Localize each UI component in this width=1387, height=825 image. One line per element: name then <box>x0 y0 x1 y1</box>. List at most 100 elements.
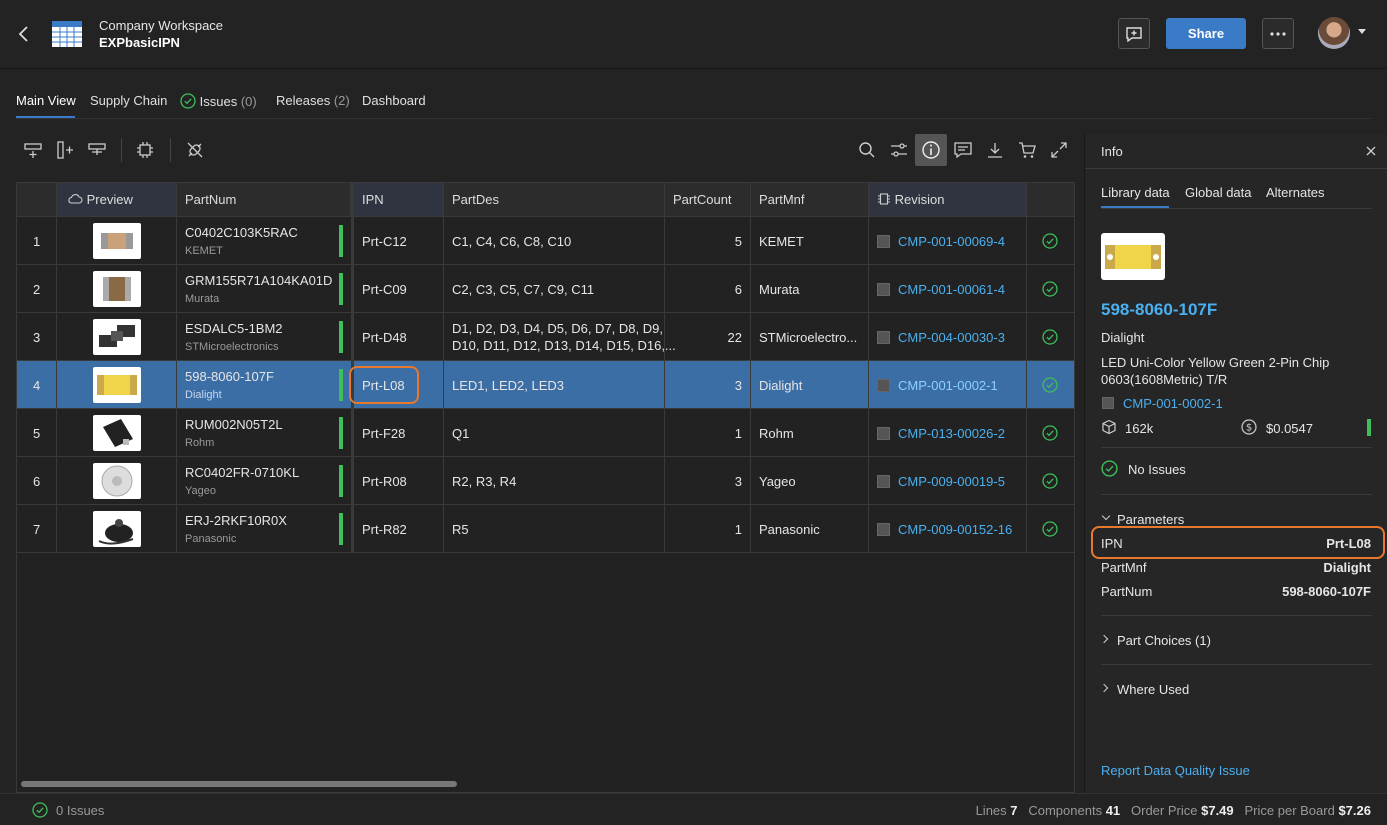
table-row[interactable]: 4 598-8060-107F Dialight Prt-L08 LED1, L… <box>17 360 1074 409</box>
tab-issues[interactable]: Issues (0) <box>180 93 257 109</box>
part-thumbnail[interactable] <box>93 415 141 451</box>
comment-button[interactable] <box>1118 18 1150 49</box>
partdes-cell[interactable]: R2, R3, R4 <box>444 457 665 505</box>
chevron-down-icon[interactable] <box>1358 29 1366 34</box>
partnum-cell[interactable]: RC0402FR-0710KL Yageo <box>177 457 351 505</box>
partcount-cell[interactable]: 3 <box>665 361 751 409</box>
partcount-cell[interactable]: 5 <box>665 217 751 265</box>
insert-row-below-icon[interactable] <box>87 140 107 160</box>
unlink-icon[interactable] <box>185 140 205 160</box>
partmnf-cell[interactable]: Rohm <box>751 409 869 457</box>
partdes-cell[interactable]: C2, C3, C5, C7, C9, C11 <box>444 265 665 313</box>
table-row[interactable]: 7 ERJ-2RKF10R0X Panasonic Prt-R82 R5 1 P… <box>17 504 1074 553</box>
partnum-cell[interactable]: RUM002N05T2L Rohm <box>177 409 351 457</box>
ipn-cell[interactable]: Prt-C12 <box>354 217 444 265</box>
where-used-section[interactable]: Where Used <box>1117 682 1189 697</box>
back-icon[interactable] <box>16 24 32 44</box>
cart-icon[interactable] <box>1017 140 1037 160</box>
footer-issues[interactable]: 0 Issues <box>56 803 104 818</box>
share-button[interactable]: Share <box>1166 18 1246 49</box>
partdes-cell[interactable]: LED1, LED2, LED3 <box>444 361 665 409</box>
partdes-cell[interactable]: Q1 <box>444 409 665 457</box>
tab-dashboard[interactable]: Dashboard <box>362 93 426 108</box>
ipn-cell[interactable]: Prt-C09 <box>354 265 444 313</box>
revision-link[interactable]: CMP-009-00152-16 <box>898 522 1012 537</box>
more-button[interactable] <box>1262 18 1294 49</box>
table-row[interactable]: 6 RC0402FR-0710KL Yageo Prt-R08 R2, R3, … <box>17 456 1074 505</box>
revision-link[interactable]: CMP-004-00030-3 <box>898 330 1005 345</box>
part-thumbnail[interactable] <box>93 319 141 355</box>
revision-link[interactable]: CMP-001-00061-4 <box>898 282 1005 297</box>
ipn-cell[interactable]: Prt-R08 <box>354 457 444 505</box>
header-ipn[interactable]: IPN <box>354 183 444 216</box>
partcount-cell[interactable]: 3 <box>665 457 751 505</box>
info-panel-button[interactable] <box>915 134 947 166</box>
parameters-section[interactable]: Parameters <box>1117 512 1184 527</box>
partnum-cell[interactable]: 598-8060-107F Dialight <box>177 361 351 409</box>
table-row[interactable]: 1 C0402C103K5RAC KEMET Prt-C12 C1, C4, C… <box>17 216 1074 265</box>
chevron-right-icon[interactable] <box>1099 683 1109 693</box>
header-partcount[interactable]: PartCount <box>665 183 751 216</box>
partdes-cell[interactable]: R5 <box>444 505 665 553</box>
ipn-cell[interactable]: Prt-R82 <box>354 505 444 553</box>
partcount-cell[interactable]: 22 <box>665 313 751 361</box>
horizontal-scrollbar[interactable] <box>21 781 457 787</box>
ipn-cell[interactable]: Prt-D48 <box>354 313 444 361</box>
partnum-cell[interactable]: C0402C103K5RAC KEMET <box>177 217 351 265</box>
partmnf-cell[interactable]: Yageo <box>751 457 869 505</box>
partcount-cell[interactable]: 1 <box>665 505 751 553</box>
header-partdes[interactable]: PartDes <box>444 183 665 216</box>
expand-icon[interactable] <box>1049 140 1069 160</box>
partnum-cell[interactable]: ERJ-2RKF10R0X Panasonic <box>177 505 351 553</box>
download-icon[interactable] <box>985 140 1005 160</box>
partmnf-cell[interactable]: Murata <box>751 265 869 313</box>
part-choices-section[interactable]: Part Choices (1) <box>1117 633 1211 648</box>
chevron-down-icon[interactable] <box>1101 511 1111 521</box>
part-thumbnail[interactable] <box>93 463 141 499</box>
report-data-quality-link[interactable]: Report Data Quality Issue <box>1101 763 1250 778</box>
partdes-cell[interactable]: C1, C4, C6, C8, C10 <box>444 217 665 265</box>
header-partmnf[interactable]: PartMnf <box>751 183 869 216</box>
filter-sliders-icon[interactable] <box>889 140 909 160</box>
search-icon[interactable] <box>857 140 877 160</box>
table-row[interactable]: 2 GRM155R71A104KA01D Murata Prt-C09 C2, … <box>17 264 1074 313</box>
tab-main-view[interactable]: Main View <box>16 93 76 108</box>
chevron-right-icon[interactable] <box>1099 634 1109 644</box>
part-thumbnail[interactable] <box>93 223 141 259</box>
close-icon[interactable] <box>1366 146 1376 156</box>
info-revision-link[interactable]: CMP-001-0002-1 <box>1123 396 1223 411</box>
info-partnum[interactable]: 598-8060-107F <box>1101 300 1217 320</box>
component-icon[interactable] <box>135 140 155 160</box>
partcount-cell[interactable]: 1 <box>665 409 751 457</box>
insert-column-icon[interactable] <box>55 140 75 160</box>
part-thumbnail[interactable] <box>93 367 141 403</box>
revision-link[interactable]: CMP-009-00019-5 <box>898 474 1005 489</box>
table-row[interactable]: 3 ESDALC5-1BM2 STMicroelectronics Prt-D4… <box>17 312 1074 361</box>
partnum-cell[interactable]: ESDALC5-1BM2 STMicroelectronics <box>177 313 351 361</box>
revision-link[interactable]: CMP-001-0002-1 <box>898 378 998 393</box>
header-preview[interactable]: Preview <box>57 183 177 216</box>
partdes-cell[interactable]: D1, D2, D3, D4, D5, D6, D7, D8, D9, D10,… <box>444 313 676 361</box>
part-thumbnail[interactable] <box>93 511 141 547</box>
tab-releases[interactable]: Releases (2) <box>276 93 350 108</box>
partmnf-cell[interactable]: Panasonic <box>751 505 869 553</box>
part-thumbnail[interactable] <box>93 271 141 307</box>
revision-link[interactable]: CMP-001-00069-4 <box>898 234 1005 249</box>
revision-link[interactable]: CMP-013-00026-2 <box>898 426 1005 441</box>
partnum-cell[interactable]: GRM155R71A104KA01D Murata <box>177 265 351 313</box>
header-partnum[interactable]: PartNum <box>177 183 351 216</box>
ipn-cell[interactable]: Prt-F28 <box>354 409 444 457</box>
partmnf-cell[interactable]: Dialight <box>751 361 869 409</box>
tab-supply-chain[interactable]: Supply Chain <box>90 93 167 108</box>
partmnf-cell[interactable]: STMicroelectro... <box>751 313 869 361</box>
tab-library-data[interactable]: Library data <box>1101 185 1170 200</box>
table-row[interactable]: 5 RUM002N05T2L Rohm Prt-F28 Q1 1 Rohm CM… <box>17 408 1074 457</box>
comments-icon[interactable] <box>953 140 973 160</box>
tab-alternates[interactable]: Alternates <box>1266 185 1325 200</box>
avatar[interactable] <box>1318 17 1350 49</box>
partcount-cell[interactable]: 6 <box>665 265 751 313</box>
insert-row-above-icon[interactable] <box>23 140 43 160</box>
partmnf-cell[interactable]: KEMET <box>751 217 869 265</box>
tab-global-data[interactable]: Global data <box>1185 185 1252 200</box>
header-revision[interactable]: Revision <box>869 183 1027 216</box>
